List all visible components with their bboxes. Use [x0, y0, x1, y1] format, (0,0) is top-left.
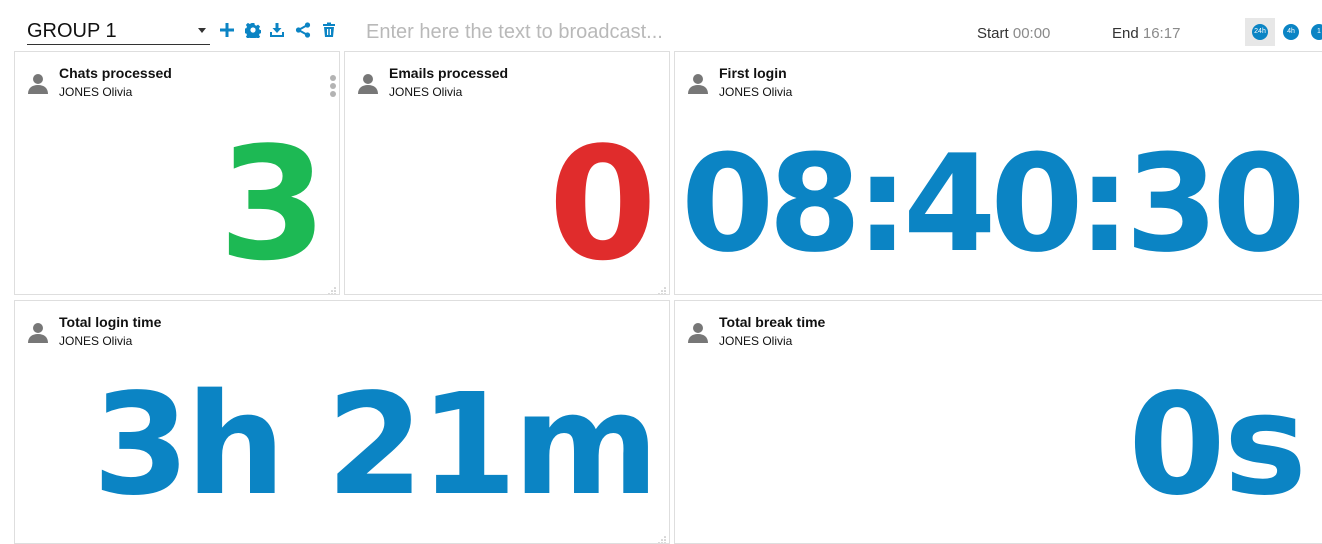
widget-value: 0: [548, 113, 657, 295]
plus-icon[interactable]: [219, 22, 235, 40]
user-icon: [688, 73, 708, 95]
widget-title: First login: [719, 65, 787, 81]
end-label: End: [1112, 25, 1139, 42]
share-icon[interactable]: [295, 22, 311, 40]
user-icon: [28, 73, 48, 95]
widget-title: Chats processed: [59, 65, 172, 81]
widget-total-break-time[interactable]: Total break time JONES Olivia 0s: [674, 300, 1322, 544]
resize-grip-icon[interactable]: [657, 282, 666, 294]
end-value: 16:17: [1142, 25, 1181, 42]
widget-agent: JONES Olivia: [59, 334, 133, 348]
widget-total-login-time[interactable]: Total login time JONES Olivia 3h 21m: [14, 300, 670, 544]
toolbar: GROUP 1 Enter here the text to broadcast…: [0, 0, 1322, 46]
widget-value: 0s: [1128, 364, 1307, 527]
widget-value: 3h 21m: [92, 364, 659, 527]
widget-chats-processed[interactable]: Chats processed JONES Olivia 3: [14, 51, 340, 295]
resize-grip-icon[interactable]: [657, 531, 666, 543]
gear-icon[interactable]: [245, 22, 261, 40]
download-icon[interactable]: [269, 22, 285, 40]
widget-title: Emails processed: [389, 65, 509, 81]
end-time: End 16:17: [1112, 25, 1180, 42]
period-1h-button[interactable]: 1: [1311, 24, 1322, 40]
start-time: Start 00:00: [977, 25, 1050, 42]
widget-agent: JONES Olivia: [719, 334, 793, 348]
widget-agent: JONES Olivia: [389, 85, 463, 99]
user-icon: [688, 322, 708, 344]
trash-icon[interactable]: [321, 22, 337, 40]
widget-title: Total login time: [59, 314, 162, 330]
group-select[interactable]: GROUP 1: [27, 18, 210, 45]
group-select-label: GROUP 1: [27, 20, 117, 42]
widget-agent: JONES Olivia: [59, 85, 133, 99]
widget-value: 08:40:30: [681, 126, 1306, 282]
broadcast-input[interactable]: [366, 18, 946, 46]
widget-first-login[interactable]: First login JONES Olivia 08:40:30: [674, 51, 1322, 295]
period-24h-button[interactable]: 24h: [1252, 24, 1268, 40]
start-value: 00:00: [1012, 25, 1051, 42]
resize-grip-icon[interactable]: [327, 282, 336, 294]
widget-value: 3: [218, 113, 327, 295]
start-label: Start: [977, 25, 1009, 42]
period-4h-button[interactable]: 4h: [1283, 24, 1299, 40]
user-icon: [358, 73, 378, 95]
chevron-down-icon: [198, 28, 206, 33]
widget-emails-processed[interactable]: Emails processed JONES Olivia 0: [344, 51, 670, 295]
user-icon: [28, 322, 48, 344]
widget-title: Total break time: [719, 314, 826, 330]
widget-agent: JONES Olivia: [719, 85, 793, 99]
more-vertical-icon[interactable]: [330, 75, 336, 101]
